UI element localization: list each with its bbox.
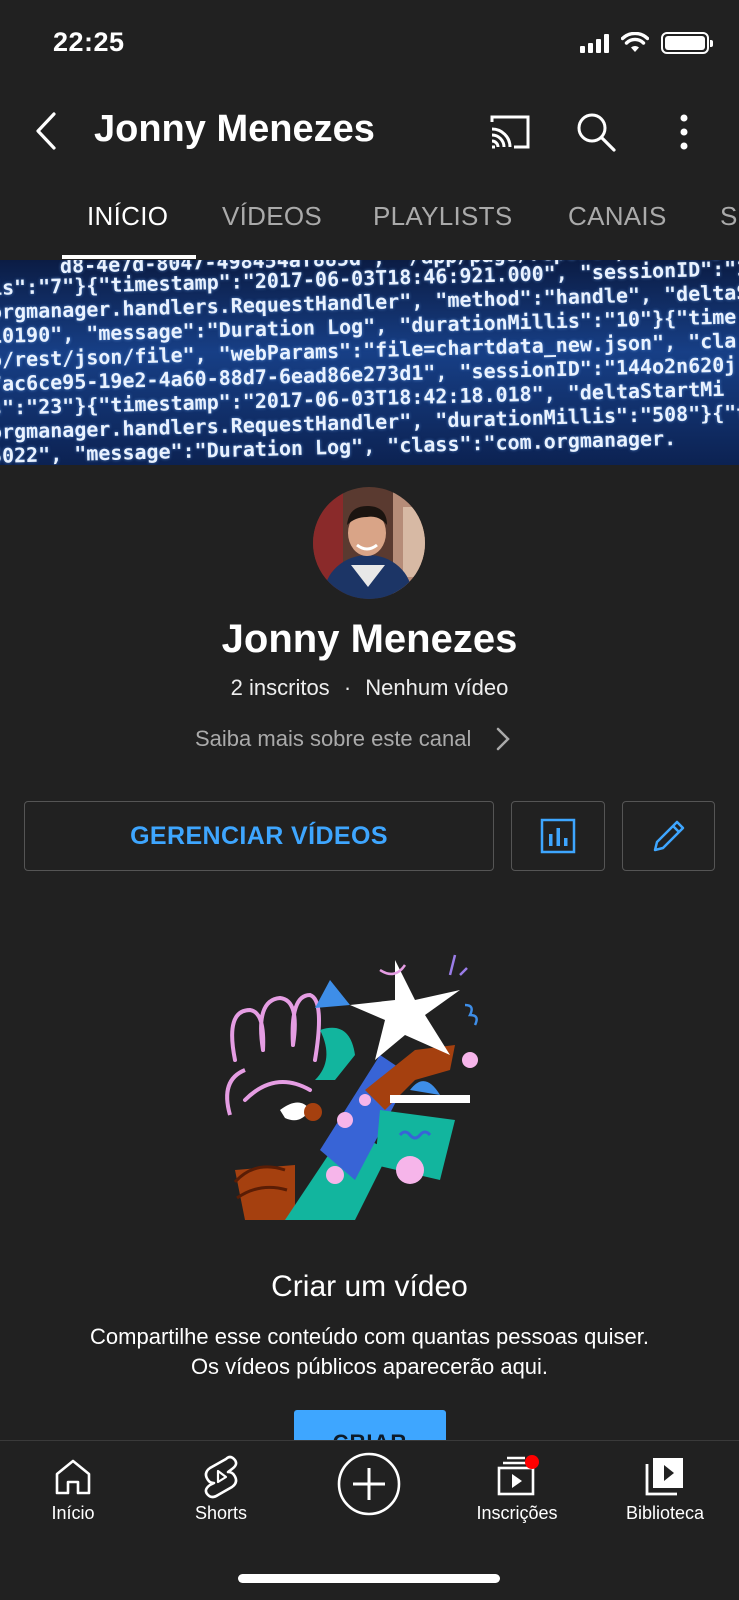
pencil-icon: [653, 820, 684, 852]
empty-state-line-2: Os vídeos públicos aparecerão aqui.: [190, 1354, 549, 1379]
home-indicator: [238, 1574, 500, 1583]
library-icon: [645, 1458, 683, 1496]
nav-label-library: Biblioteca: [625, 1503, 705, 1523]
status-bar: 22:25: [0, 0, 739, 90]
back-arrow-icon[interactable]: [28, 108, 64, 154]
nav-item-subscriptions[interactable]: Inscrições: [457, 1453, 577, 1524]
manage-videos-button[interactable]: GERENCIAR VÍDEOS: [24, 801, 494, 871]
nav-label-home: Início: [51, 1503, 95, 1523]
page-title: Jonny Menezes: [94, 108, 375, 150]
edit-channel-button[interactable]: [622, 801, 715, 871]
nav-item-create[interactable]: [309, 1451, 429, 1517]
app-header: Jonny Menezes: [0, 90, 739, 175]
nav-item-home[interactable]: Início: [13, 1453, 133, 1524]
chevron-right-icon: [497, 727, 511, 751]
channel-avatar[interactable]: [313, 487, 425, 599]
about-channel-link[interactable]: Saiba mais sobre este canal: [195, 726, 511, 752]
analytics-icon: [540, 818, 576, 854]
nav-item-library[interactable]: Biblioteca: [605, 1453, 725, 1524]
signal-icon: [580, 33, 609, 53]
empty-state-title: Criar um vídeo: [271, 1270, 468, 1303]
meta-separator: ·: [343, 675, 352, 700]
video-count: Nenhum vídeo: [365, 675, 509, 700]
channel-name: Jonny Menezes: [221, 617, 518, 661]
about-channel-label: Saiba mais sobre este canal: [195, 726, 472, 751]
active-tab-indicator: [62, 255, 196, 259]
more-vertical-icon[interactable]: [660, 108, 708, 156]
battery-icon: [661, 32, 713, 54]
analytics-button[interactable]: [511, 801, 605, 871]
tab-canais[interactable]: CANAIS: [568, 201, 667, 232]
empty-state-line-1: Compartilhe esse conteúdo com quantas pe…: [90, 1324, 649, 1349]
create-video-illustration: [225, 954, 478, 1220]
cast-icon[interactable]: [486, 108, 534, 156]
channel-tabs: INÍCIO VÍDEOS PLAYLISTS CANAIS S: [0, 175, 739, 261]
search-icon[interactable]: [572, 108, 620, 156]
status-time: 22:25: [53, 27, 125, 57]
home-icon: [55, 1459, 91, 1495]
wifi-icon: [621, 32, 649, 52]
channel-banner: d8-4e7d-8047-498454af885d", "/app/page/r…: [0, 260, 739, 465]
channel-meta: 2 inscritos · Nenhum vídeo: [0, 675, 739, 701]
shorts-icon: [204, 1455, 238, 1499]
tab-playlists[interactable]: PLAYLISTS: [373, 201, 513, 232]
create-plus-icon: [337, 1452, 401, 1516]
subscriptions-icon: [497, 1455, 539, 1496]
nav-item-shorts[interactable]: Shorts: [161, 1453, 281, 1524]
nav-label-shorts: Shorts: [194, 1503, 248, 1523]
tab-inicio[interactable]: INÍCIO: [87, 201, 168, 232]
tab-videos[interactable]: VÍDEOS: [222, 201, 322, 232]
subscriber-count: 2 inscritos: [230, 675, 330, 700]
status-icons: [580, 32, 713, 54]
empty-state-description: Compartilhe esse conteúdo com quantas pe…: [0, 1322, 739, 1382]
nav-label-subscriptions: Inscrições: [476, 1503, 558, 1523]
tab-sobre-partial[interactable]: S: [720, 201, 738, 232]
